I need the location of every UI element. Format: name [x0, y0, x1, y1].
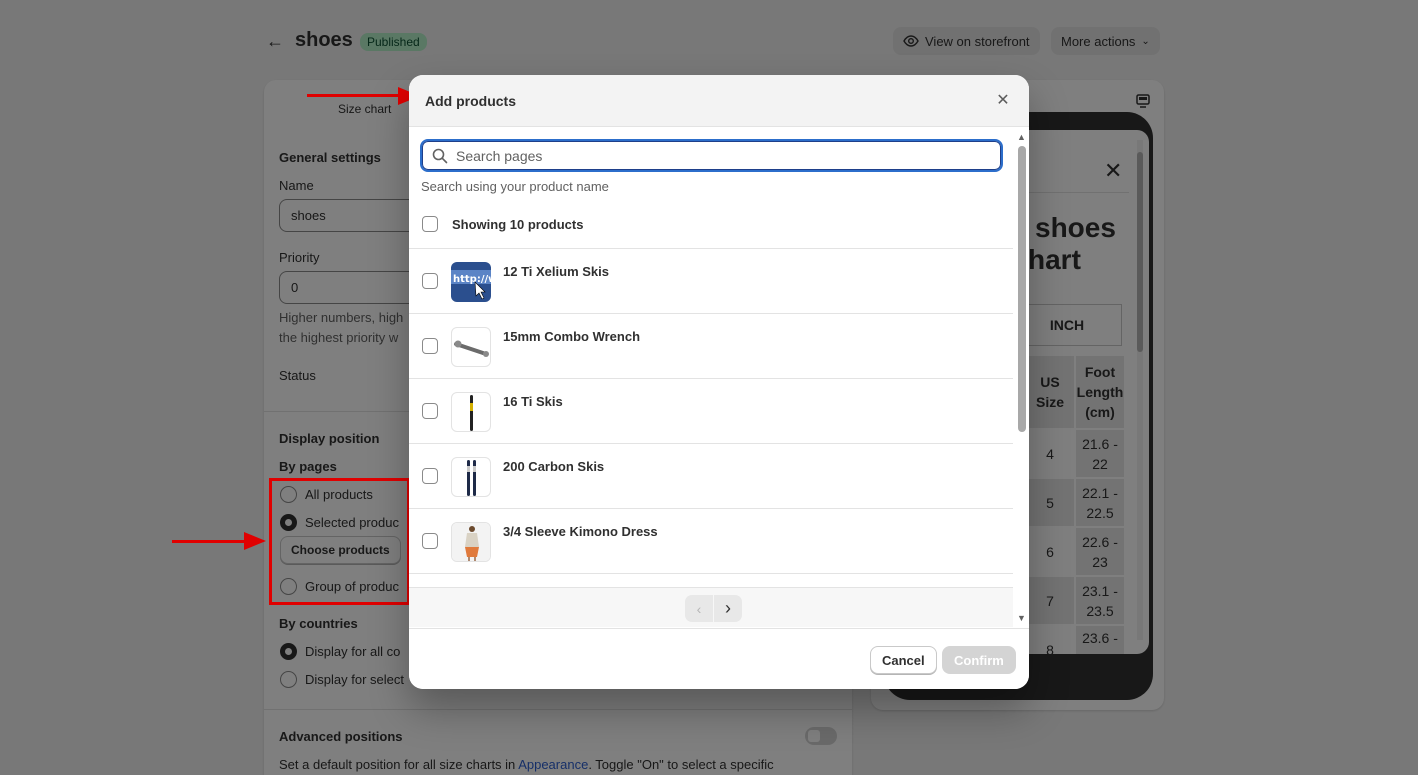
next-page-button[interactable]: › [714, 595, 742, 622]
product-checkbox[interactable] [422, 338, 438, 354]
product-checkbox[interactable] [422, 403, 438, 419]
confirm-button[interactable]: Confirm [942, 646, 1016, 674]
product-name: 15mm Combo Wrench [503, 329, 641, 344]
list-item[interactable]: 3/4 Sleeve Kimono Dress [409, 509, 1013, 574]
search-input-wrapper[interactable] [420, 139, 1003, 172]
product-thumbnail [451, 457, 491, 497]
add-products-modal: Add products ✕ Search using your product… [409, 75, 1029, 689]
prev-page-button[interactable]: ‹ [685, 595, 713, 622]
cancel-button[interactable]: Cancel [870, 646, 937, 674]
annotation-arrow [307, 94, 407, 97]
scroll-up-icon[interactable]: ▲ [1017, 132, 1026, 142]
product-thumbnail [451, 392, 491, 432]
showing-count: Showing 10 products [452, 217, 584, 232]
select-all-checkbox[interactable] [422, 216, 438, 232]
product-thumbnail: http://ww [451, 262, 491, 302]
list-item[interactable]: http://ww 12 Ti Xelium Skis [409, 249, 1013, 314]
product-checkbox[interactable] [422, 533, 438, 549]
annotation-arrow [172, 540, 252, 543]
product-thumbnail [451, 327, 491, 367]
list-item[interactable]: 15mm Combo Wrench [409, 314, 1013, 379]
pagination: ‹ › [409, 587, 1013, 627]
product-checkbox[interactable] [422, 468, 438, 484]
product-name: 200 Carbon Skis [503, 459, 605, 474]
modal-title: Add products [425, 93, 516, 109]
product-name: 3/4 Sleeve Kimono Dress [503, 524, 658, 539]
scroll-down-icon[interactable]: ▼ [1017, 613, 1026, 623]
modal-scrollbar[interactable]: ▲ ▼ [1016, 132, 1028, 626]
annotation-arrowhead [244, 532, 266, 550]
modal-header: Add products ✕ [409, 75, 1029, 127]
modal-footer: Cancel Confirm [409, 628, 1029, 689]
svg-text:http://ww: http://ww [453, 274, 491, 285]
annotation-highlight-box [269, 478, 410, 605]
close-icon[interactable]: ✕ [993, 92, 1013, 112]
list-item[interactable]: 200 Carbon Skis [409, 444, 1013, 509]
list-item[interactable]: 16 Ti Skis [409, 379, 1013, 444]
product-checkbox[interactable] [422, 273, 438, 289]
product-name: 16 Ti Skis [503, 394, 563, 409]
product-list: http://ww 12 Ti Xelium Skis 15mm Combo W… [409, 249, 1013, 587]
scroll-thumb[interactable] [1018, 146, 1026, 432]
product-thumbnail [451, 522, 491, 562]
search-icon [432, 148, 448, 163]
product-name: 12 Ti Xelium Skis [503, 264, 609, 279]
search-hint: Search using your product name [421, 179, 609, 194]
search-input[interactable] [456, 147, 976, 164]
